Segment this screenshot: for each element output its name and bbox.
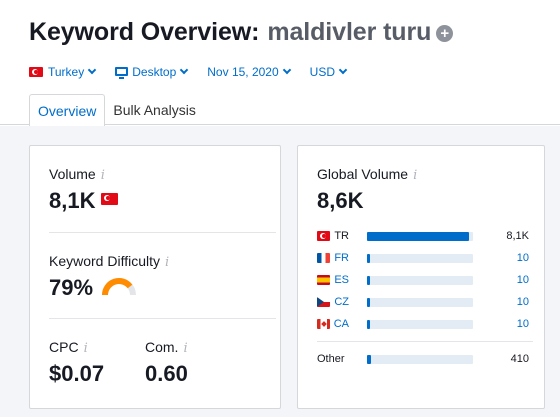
chevron-down-icon: [180, 65, 189, 75]
competition-block: Com. i 0.60: [145, 339, 188, 387]
currency-dropdown[interactable]: USD: [309, 65, 348, 79]
title-label: Keyword Overview:: [29, 18, 260, 46]
other-row: Other 410: [317, 352, 533, 366]
volume-bar: [367, 319, 473, 329]
cpc-label: CPC i: [49, 339, 88, 356]
country-code: FR: [317, 252, 349, 264]
france-flag-icon: [317, 253, 331, 263]
date-label: Nov 15, 2020: [207, 65, 279, 79]
date-dropdown[interactable]: Nov 15, 2020: [207, 65, 291, 79]
competition-label: Com. i: [145, 339, 188, 356]
keyword-metrics-card: Volume i 8,1K Keyword Difficulty i 79% CPC…: [29, 145, 281, 409]
currency-label: USD: [309, 65, 335, 79]
tab-bulk-analysis[interactable]: Bulk Analysis: [105, 94, 203, 126]
turkey-flag-icon: [29, 67, 43, 77]
global-volume-label: Global Volume i: [317, 166, 418, 183]
chevron-down-icon: [338, 65, 348, 75]
page-title: Keyword Overview: maldivler turu +: [29, 18, 454, 47]
country-code: CZ: [317, 296, 349, 308]
country-code: TR: [317, 230, 349, 242]
country-volume: 10: [516, 252, 529, 264]
other-volume: 410: [510, 353, 529, 365]
volume-value: 8,1K: [49, 188, 123, 214]
tab-overview[interactable]: Overview: [29, 94, 106, 127]
volume-bar: [367, 354, 473, 364]
country-code: ES: [317, 274, 349, 286]
volume-block: Volume i 8,1K: [49, 166, 123, 214]
main-content: Volume i 8,1K Keyword Difficulty i 79% CPC…: [0, 126, 560, 417]
divider: [49, 318, 276, 319]
other-label: Other: [317, 353, 345, 365]
plus-circle-icon[interactable]: +: [436, 25, 454, 42]
info-icon[interactable]: i: [413, 168, 417, 183]
chevron-down-icon: [87, 65, 97, 75]
info-icon[interactable]: i: [101, 168, 105, 183]
volume-label: Volume i: [49, 166, 105, 183]
info-icon[interactable]: i: [183, 341, 187, 356]
country-volume: 8,1K: [506, 230, 529, 242]
competition-value: 0.60: [145, 361, 188, 386]
country-code: CA: [317, 318, 349, 330]
monitor-icon: [115, 66, 129, 79]
spain-flag-icon: [317, 275, 331, 285]
turkey-flag-icon: [101, 193, 119, 205]
global-volume-block: Global Volume i 8,6K: [317, 166, 417, 214]
volume-bar: [367, 297, 473, 307]
difficulty-gauge-icon: [102, 278, 137, 296]
volume-bar: [367, 231, 473, 241]
country-label: Turkey: [48, 65, 85, 79]
difficulty-block: Keyword Difficulty i 79%: [49, 253, 169, 301]
info-icon[interactable]: i: [165, 255, 169, 270]
difficulty-label: Keyword Difficulty i: [49, 253, 170, 270]
cpc-block: CPC i $0.07: [49, 339, 104, 387]
device-dropdown[interactable]: Desktop: [115, 65, 189, 79]
canada-flag-icon: [317, 319, 330, 329]
country-row[interactable]: CZ 10: [317, 295, 533, 309]
country-volume: 10: [516, 274, 529, 286]
country-volume: 10: [516, 296, 529, 308]
country-row[interactable]: FR 10: [317, 251, 533, 265]
filter-bar: Turkey Desktop Nov 15, 2020 USD: [29, 64, 366, 80]
page-header: Keyword Overview: maldivler turu + Turkey …: [0, 0, 560, 127]
difficulty-value: 79%: [49, 275, 169, 301]
divider: [317, 341, 533, 342]
country-volume: 10: [516, 318, 529, 330]
chevron-down-icon: [282, 65, 291, 75]
global-volume-value: 8,6K: [317, 188, 364, 213]
info-icon[interactable]: i: [84, 341, 88, 356]
divider: [49, 232, 276, 233]
device-label: Desktop: [132, 65, 177, 79]
country-row: TR 8,1K: [317, 229, 533, 243]
country-row[interactable]: CA 10: [317, 317, 533, 331]
country-dropdown[interactable]: Turkey: [29, 65, 97, 79]
volume-bar: [367, 275, 473, 285]
keyword-text: maldivler turu: [267, 18, 432, 46]
country-row[interactable]: ES 10: [317, 273, 533, 287]
cpc-value: $0.07: [49, 361, 105, 386]
global-volume-card: Global Volume i 8,6K TR 8,1K FR 10 ES 10 …: [297, 145, 545, 409]
tab-bar: Overview Bulk Analysis: [29, 93, 204, 127]
volume-bar: [367, 253, 473, 263]
czech-flag-icon: [317, 297, 331, 307]
turkey-flag-icon: [317, 231, 331, 241]
